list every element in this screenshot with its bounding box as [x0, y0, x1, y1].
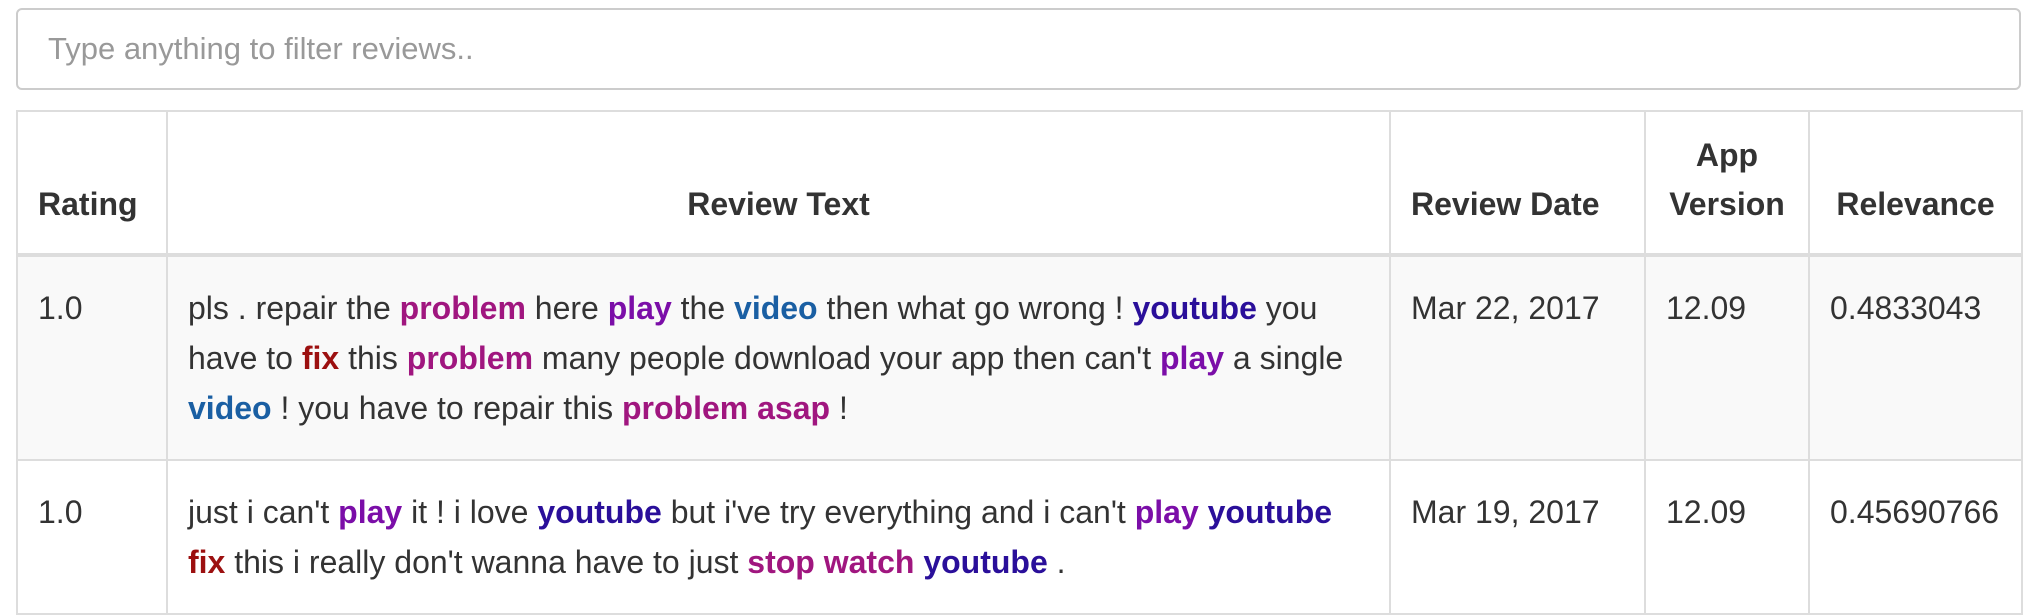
- keyword-highlight: youtube: [1207, 494, 1333, 530]
- keyword-highlight: problem: [399, 290, 526, 326]
- review-text-fragment: the: [671, 290, 735, 326]
- review-text-fragment: [1199, 494, 1208, 530]
- keyword-highlight: youtube: [537, 494, 662, 530]
- keyword-highlight: youtube: [1132, 290, 1257, 326]
- cell-rating: 1.0: [16, 254, 168, 461]
- review-text-fragment: pls . repair the: [188, 290, 400, 326]
- cell-review-date: Mar 19, 2017: [1389, 459, 1646, 615]
- cell-review-date: Mar 22, 2017: [1389, 254, 1646, 461]
- cell-review-text: pls . repair the problem here play the v…: [166, 254, 1391, 461]
- keyword-highlight: video: [188, 390, 272, 426]
- header-relevance[interactable]: Relevance: [1808, 110, 2023, 257]
- review-text-fragment: it ! i love: [402, 494, 538, 530]
- cell-rating: 1.0: [16, 459, 168, 615]
- keyword-highlight: fix: [301, 340, 340, 376]
- review-text-fragment: [748, 390, 757, 426]
- review-text-fragment: just i can't: [188, 494, 339, 530]
- reviews-table: Rating Review Text Review Date App Versi…: [16, 110, 2023, 615]
- review-text-fragment: many people download your app then can't: [533, 340, 1160, 376]
- cell-relevance: 0.4833043: [1808, 254, 2023, 461]
- review-text-fragment: but i've try everything and i can't: [661, 494, 1135, 530]
- review-text-fragment: then what go wrong !: [817, 290, 1133, 326]
- header-rating[interactable]: Rating: [16, 110, 168, 257]
- table-header-row: Rating Review Text Review Date App Versi…: [16, 110, 2023, 257]
- keyword-highlight: watch: [823, 544, 915, 580]
- keyword-highlight: play: [338, 494, 403, 530]
- review-text-fragment: a single: [1224, 340, 1344, 376]
- keyword-highlight: problem: [621, 390, 749, 426]
- keyword-highlight: play: [1160, 340, 1225, 376]
- cell-app-version: 12.09: [1644, 254, 1810, 461]
- review-text-fragment: [914, 544, 923, 580]
- keyword-highlight: problem: [406, 340, 534, 376]
- review-text-fragment: [815, 544, 824, 580]
- keyword-highlight: stop: [747, 544, 815, 580]
- header-review-text[interactable]: Review Text: [166, 110, 1391, 257]
- keyword-highlight: video: [734, 290, 818, 326]
- table-row: 1.0 pls . repair the problem here play t…: [16, 254, 2023, 461]
- keyword-highlight: fix: [188, 544, 226, 580]
- header-app-version[interactable]: App Version: [1644, 110, 1810, 257]
- keyword-highlight: asap: [757, 390, 831, 426]
- cell-relevance: 0.45690766: [1808, 459, 2023, 615]
- review-text-fragment: .: [1047, 544, 1066, 580]
- review-text-fragment: this: [339, 340, 407, 376]
- header-review-date[interactable]: Review Date: [1389, 110, 1646, 257]
- review-text-fragment: here: [525, 290, 608, 326]
- cell-app-version: 12.09: [1644, 459, 1810, 615]
- review-text-fragment: !: [830, 390, 848, 426]
- keyword-highlight: youtube: [923, 544, 1048, 580]
- keyword-highlight: play: [607, 290, 672, 326]
- review-text-fragment: this i really don't wanna have to just: [225, 544, 748, 580]
- review-text-fragment: ! you have to repair this: [271, 390, 622, 426]
- table-row: 1.0 just i can't play it ! i love youtub…: [16, 459, 2023, 615]
- cell-review-text: just i can't play it ! i love youtube bu…: [166, 459, 1391, 615]
- filter-reviews-input[interactable]: [16, 8, 2021, 90]
- keyword-highlight: play: [1134, 494, 1199, 530]
